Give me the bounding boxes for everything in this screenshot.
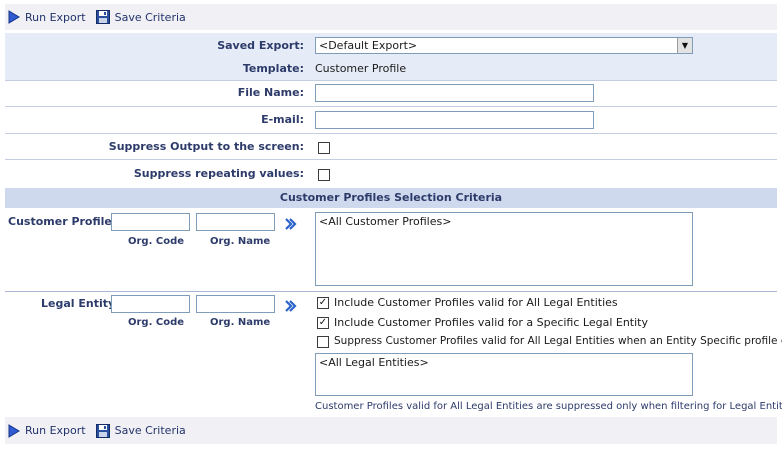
template-label: Template: xyxy=(242,62,304,75)
saved-export-label: Saved Export: xyxy=(217,39,304,52)
save-criteria-label: Save Criteria xyxy=(114,424,186,437)
email-row: E-mail: xyxy=(5,107,777,134)
divider xyxy=(5,291,777,292)
add-arrow-icon[interactable] xyxy=(283,299,297,313)
suppress-output-checkbox[interactable] xyxy=(318,142,330,154)
save-criteria-label: Save Criteria xyxy=(114,10,186,24)
customer-profile-label: Customer Profile: xyxy=(8,215,117,228)
saved-export-value: <Default Export> xyxy=(319,39,418,52)
include-specific-legal-entity-label: Include Customer Profiles valid for a Sp… xyxy=(334,316,648,329)
play-icon xyxy=(8,10,20,24)
add-arrow-icon[interactable] xyxy=(283,217,297,231)
include-all-legal-entities-label: Include Customer Profiles valid for All … xyxy=(334,296,618,309)
run-export-label: Run Export xyxy=(25,10,86,24)
run-export-label: Run Export xyxy=(25,424,86,437)
saved-export-select[interactable]: <Default Export> ▼ xyxy=(315,37,693,54)
list-item[interactable]: <All Legal Entities> xyxy=(319,356,689,369)
legal-entity-org-name-input[interactable] xyxy=(196,295,275,313)
include-all-legal-entities-checkbox[interactable]: ✓ xyxy=(317,297,329,309)
suppress-repeating-checkbox[interactable] xyxy=(318,169,330,181)
suppress-repeating-row: Suppress repeating values: xyxy=(5,160,777,187)
list-item[interactable]: <All Customer Profiles> xyxy=(319,215,689,228)
file-name-input[interactable] xyxy=(315,84,594,102)
customer-profile-org-code-input[interactable] xyxy=(111,213,190,231)
template-value: Customer Profile xyxy=(315,62,407,75)
customer-profile-org-name-input[interactable] xyxy=(196,213,275,231)
file-name-label: File Name: xyxy=(237,86,304,99)
save-criteria-button[interactable]: Save Criteria xyxy=(95,423,186,438)
floppy-disk-icon xyxy=(95,10,110,24)
email-input[interactable] xyxy=(315,111,594,129)
suppress-all-legal-entities-label: Suppress Customer Profiles valid for All… xyxy=(334,335,782,347)
legal-entity-label: Legal Entity: xyxy=(41,297,120,310)
legal-entity-note: Customer Profiles valid for All Legal En… xyxy=(315,401,782,412)
run-export-button[interactable]: Run Export xyxy=(8,423,86,438)
saved-export-panel: Saved Export: <Default Export> ▼ Templat… xyxy=(5,33,777,81)
suppress-output-row: Suppress Output to the screen: xyxy=(5,134,777,160)
run-export-button[interactable]: Run Export xyxy=(8,10,86,24)
legal-entity-org-name-label: Org. Name xyxy=(210,317,271,328)
legal-entity-org-code-label: Org. Code xyxy=(128,317,185,328)
customer-profile-list[interactable]: <All Customer Profiles> xyxy=(315,212,693,286)
save-criteria-button[interactable]: Save Criteria xyxy=(95,10,186,24)
top-toolbar: Run Export Save Criteria xyxy=(5,4,777,30)
bottom-toolbar: Run Export Save Criteria xyxy=(5,417,777,444)
customer-profile-org-code-label: Org. Code xyxy=(128,236,185,247)
customer-profile-org-name-label: Org. Name xyxy=(210,236,271,247)
legal-entity-org-code-input[interactable] xyxy=(111,295,190,313)
include-specific-legal-entity-checkbox[interactable]: ✓ xyxy=(317,317,329,329)
floppy-disk-icon xyxy=(95,423,110,438)
selection-criteria-header: Customer Profiles Selection Criteria xyxy=(5,188,777,208)
chevron-down-icon[interactable]: ▼ xyxy=(677,38,692,53)
suppress-all-legal-entities-checkbox[interactable] xyxy=(317,336,329,348)
play-icon xyxy=(8,423,20,438)
email-label: E-mail: xyxy=(261,113,304,126)
legal-entity-list[interactable]: <All Legal Entities> xyxy=(315,353,693,396)
file-name-row: File Name: xyxy=(5,81,777,107)
suppress-repeating-label: Suppress repeating values: xyxy=(133,167,304,180)
suppress-output-label: Suppress Output to the screen: xyxy=(108,140,304,153)
